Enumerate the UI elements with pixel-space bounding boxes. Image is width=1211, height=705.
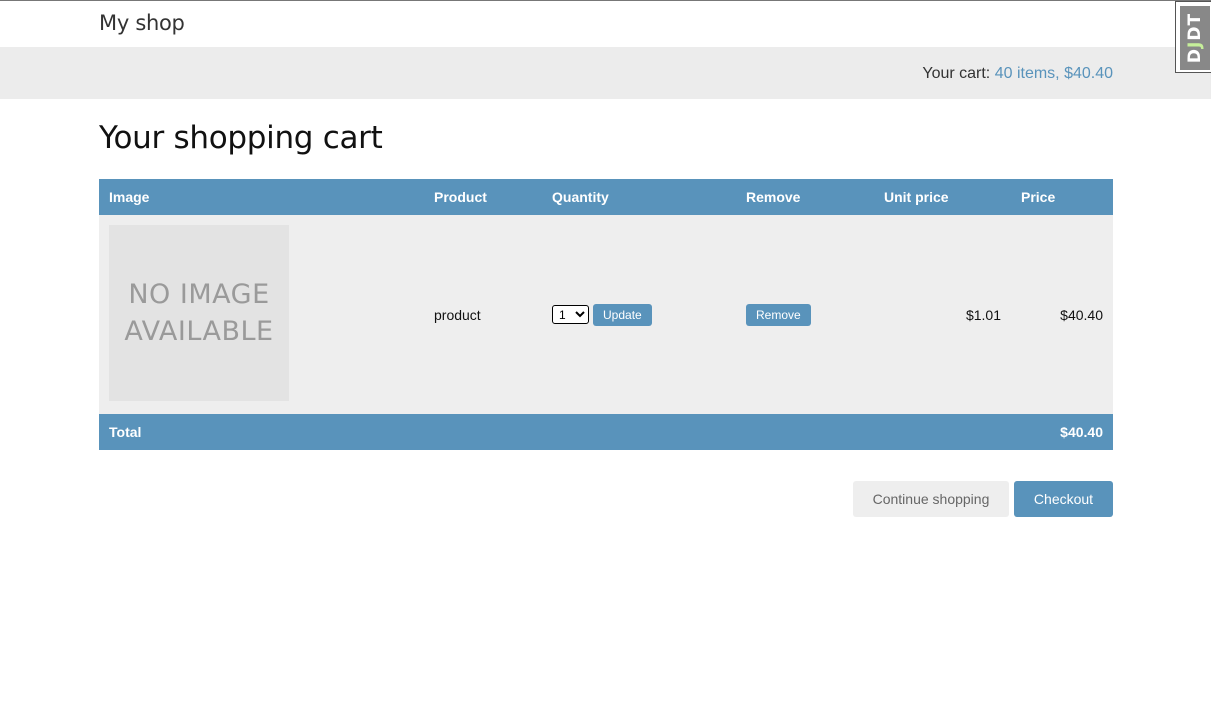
debug-toolbar-logo: DJDT (1180, 6, 1210, 70)
site-header: My shop (0, 1, 1211, 47)
no-image-text-line2: AVAILABLE (124, 316, 274, 347)
djdt-letter-j: J (1185, 40, 1206, 48)
cart-table: Image Product Quantity Remove Unit price… (99, 179, 1113, 450)
debug-toolbar-text: DJDT (1185, 13, 1205, 63)
column-header-image: Image (109, 189, 150, 205)
column-header-remove: Remove (746, 189, 801, 205)
no-image-text-line1: NO IMAGE (128, 279, 270, 310)
line-price: $40.40 (1060, 307, 1103, 323)
continue-shopping-button[interactable]: Continue shopping (853, 481, 1009, 517)
product-name: product (434, 307, 481, 323)
remove-button[interactable]: Remove (746, 304, 811, 326)
column-header-product: Product (434, 189, 487, 205)
shop-logo[interactable]: My shop (99, 11, 185, 35)
column-header-quantity: Quantity (552, 189, 609, 205)
cart-summary-bar: Your cart: 40 items, $40.40 (0, 47, 1211, 99)
djdt-letter-d: D (1185, 47, 1206, 64)
table-row: NO IMAGE AVAILABLE product 1 Update Remo… (99, 215, 1113, 414)
column-header-unit-price: Unit price (884, 189, 949, 205)
unit-price: $1.01 (965, 307, 1001, 323)
product-image-placeholder[interactable]: NO IMAGE AVAILABLE (109, 225, 289, 401)
cart-summary-link[interactable]: 40 items, $40.40 (995, 65, 1113, 82)
table-header: Image Product Quantity Remove Unit price… (99, 179, 1113, 215)
checkout-button[interactable]: Checkout (1014, 481, 1113, 517)
debug-toolbar-handle[interactable]: DJDT (1175, 1, 1211, 73)
page-title: Your shopping cart (99, 120, 383, 156)
djdt-letters-dt: DT (1185, 12, 1206, 41)
total-value: $40.40 (1060, 424, 1103, 440)
table-footer: Total $40.40 (99, 414, 1113, 450)
quantity-select[interactable]: 1 (552, 305, 589, 324)
cart-summary: Your cart: 40 items, $40.40 (922, 65, 1113, 83)
total-label: Total (109, 424, 142, 440)
update-button[interactable]: Update (593, 304, 652, 326)
column-header-price: Price (1021, 189, 1056, 205)
cart-summary-label: Your cart: (922, 65, 995, 82)
